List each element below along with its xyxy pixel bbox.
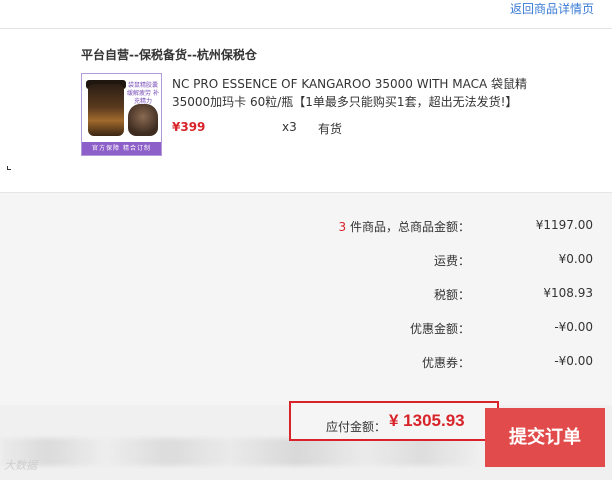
model-figure — [128, 104, 158, 136]
shipping-value: ¥0.00 — [558, 252, 593, 266]
summary-row-items: 3 件商品，总商品金额： ¥1197.00 — [0, 215, 612, 235]
blurred-area — [0, 438, 480, 466]
tax-label: 税额： — [433, 288, 470, 302]
submit-order-button[interactable]: 提交订单 — [485, 408, 605, 467]
shipping-label: 运费： — [433, 254, 470, 268]
product-name[interactable]: NC PRO ESSENCE OF KANGAROO 35000 WITH MA… — [172, 75, 532, 111]
items-label: 3 件商品，总商品金额： — [339, 218, 470, 235]
order-summary: 3 件商品，总商品金额： ¥1197.00 运费： ¥0.00 税额： ¥108… — [0, 192, 612, 405]
discount-value: -¥0.00 — [554, 320, 593, 334]
summary-row-discount: 优惠金额： -¥0.00 — [0, 317, 612, 337]
discount-label: 优惠金额： — [409, 322, 470, 336]
items-total: ¥1197.00 — [535, 218, 593, 232]
thumbnail-bar: 官方保障 精合订制 — [82, 142, 161, 155]
back-to-product-link[interactable]: 返回商品详情页 — [510, 0, 594, 17]
payable-amount: ¥ 1305.93 — [389, 411, 465, 430]
summary-row-shipping: 运费： ¥0.00 — [0, 249, 612, 269]
product-price: ¥399 — [172, 120, 206, 134]
divider — [0, 28, 612, 29]
coupon-label: 优惠券： — [421, 356, 470, 370]
stock-status: 有货 — [318, 122, 343, 136]
product-quantity: x3 — [282, 120, 297, 134]
product-thumbnail[interactable]: 袋鼠精胶囊 缓解疲劳 补充精力 官方保障 精合订制 — [81, 73, 162, 156]
payable-label: 应付金额： — [326, 420, 387, 434]
coupon-value: -¥0.00 — [554, 354, 593, 368]
corner-mark — [7, 166, 11, 170]
items-text: 件商品，总商品金额： — [346, 220, 470, 234]
jar-shape — [88, 84, 124, 136]
summary-row-coupon: 优惠券： -¥0.00 — [0, 351, 612, 371]
summary-row-tax: 税额： ¥108.93 — [0, 283, 612, 303]
thumbnail-tag: 袋鼠精胶囊 缓解疲劳 补充精力 — [127, 82, 159, 105]
watermark-logo: 大数据 — [4, 459, 37, 472]
tax-value: ¥108.93 — [543, 286, 593, 300]
warehouse-label: 平台自营--保税备货--杭州保税仓 — [81, 48, 257, 62]
